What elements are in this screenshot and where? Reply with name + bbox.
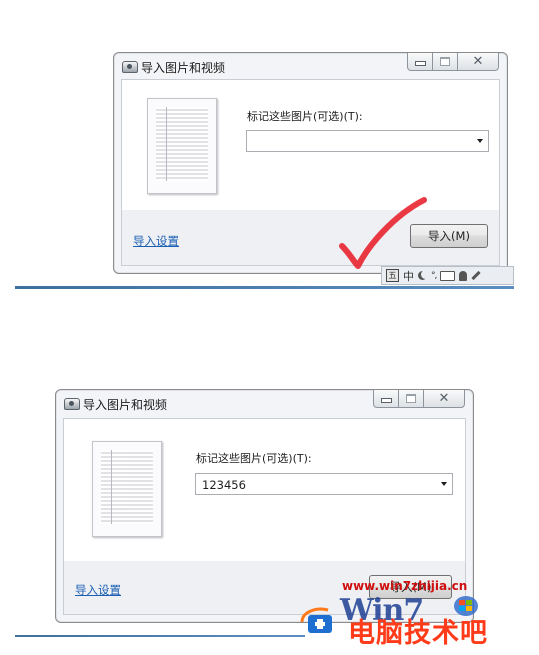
minimize-button[interactable] xyxy=(373,390,399,408)
user-icon[interactable] xyxy=(459,270,468,281)
close-button[interactable]: ✕ xyxy=(458,53,499,71)
computer-logo-icon xyxy=(300,607,332,633)
close-icon: ✕ xyxy=(438,391,450,406)
tag-label: 标记这些图片(可选)(T): xyxy=(196,452,312,465)
chevron-down-icon[interactable] xyxy=(477,139,483,143)
minimize-icon xyxy=(414,61,426,66)
chevron-down-icon[interactable] xyxy=(441,482,447,486)
minimize-icon xyxy=(380,398,392,403)
maximize-button[interactable] xyxy=(399,390,424,408)
close-icon: ✕ xyxy=(472,54,484,69)
window-controls: ✕ xyxy=(407,53,499,71)
red-checkmark-annotation xyxy=(339,197,427,269)
dialog-content: 标记这些图片(可选)(T): 123456 xyxy=(63,418,466,562)
import-settings-link[interactable]: 导入设置 xyxy=(75,582,121,598)
tag-input-value[interactable]: 123456 xyxy=(202,478,246,492)
camera-icon xyxy=(64,398,80,410)
close-button[interactable]: ✕ xyxy=(424,390,465,408)
camera-icon xyxy=(122,61,138,73)
import-dialog-top: 导入图片和视频 ✕ 标记这些图片(可选)(T): 导入设置 导入(M) xyxy=(113,52,508,274)
photo-thumbnail xyxy=(92,441,162,537)
maximize-button[interactable] xyxy=(433,53,458,71)
punctuation-icon[interactable]: °, xyxy=(431,271,437,281)
maximize-icon xyxy=(440,57,450,66)
tag-combobox[interactable]: 123456 xyxy=(195,473,453,495)
watermark-site-name: 电脑技术吧 xyxy=(348,618,488,649)
photo-thumbnail xyxy=(147,98,217,194)
taskbar-edge xyxy=(15,635,305,637)
tag-label: 标记这些图片(可选)(T): xyxy=(247,110,363,123)
minimize-button[interactable] xyxy=(407,53,433,71)
dialog-title: 导入图片和视频 xyxy=(83,398,168,412)
keyboard-icon[interactable] xyxy=(440,270,456,281)
ime-logo-icon[interactable]: 五 xyxy=(386,269,399,282)
window-controls: ✕ xyxy=(373,390,465,408)
maximize-icon xyxy=(406,394,416,403)
taskbar-edge xyxy=(15,286,514,289)
dialog-title: 导入图片和视频 xyxy=(141,61,226,75)
ime-toolbar: 五 中 °, xyxy=(381,266,514,285)
dialog-content: 标记这些图片(可选)(T): xyxy=(121,79,500,211)
title-bar[interactable]: 导入图片和视频 ✕ xyxy=(114,53,507,79)
dialog-footer: 导入设置 导入(M) xyxy=(121,210,500,266)
watermark-url: www.win7zhijia.cn xyxy=(342,579,468,593)
tag-combobox[interactable] xyxy=(246,130,489,152)
ime-mode-toggle[interactable]: 中 xyxy=(403,268,414,284)
title-bar[interactable]: 导入图片和视频 ✕ xyxy=(56,390,473,416)
wrench-icon[interactable] xyxy=(471,270,481,281)
site-watermark: www.win7zhijia.cn Win7 电脑技术吧 xyxy=(298,573,539,655)
moon-icon[interactable] xyxy=(418,271,427,280)
import-settings-link[interactable]: 导入设置 xyxy=(133,233,179,249)
